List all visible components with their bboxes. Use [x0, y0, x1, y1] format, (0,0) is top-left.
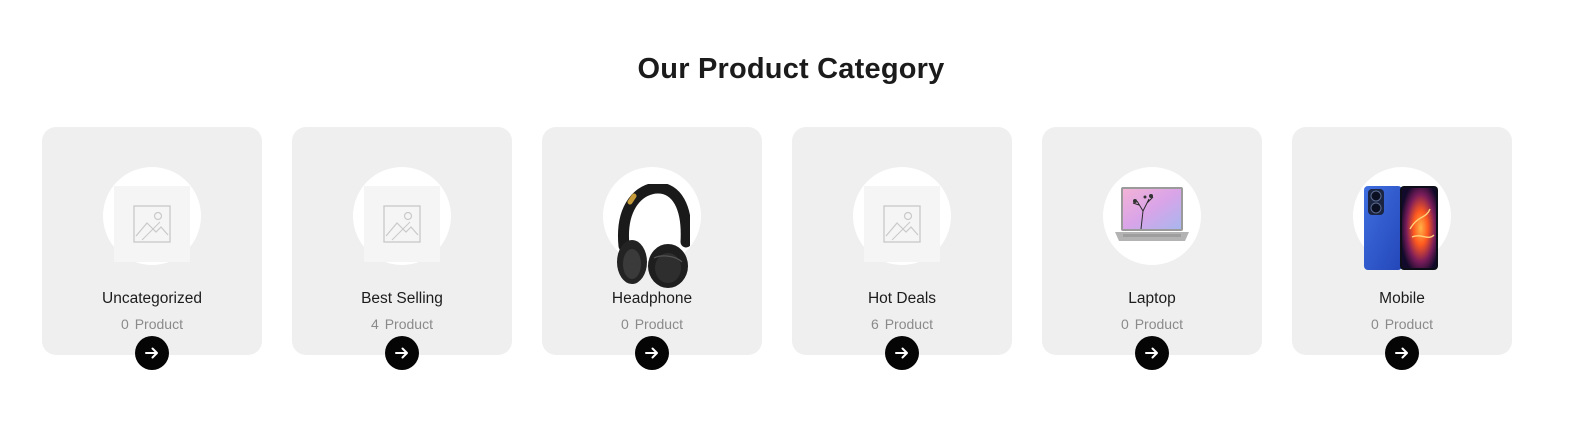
category-name: Headphone: [611, 290, 693, 307]
product-count-label: Product: [384, 316, 433, 332]
product-count-label: Product: [634, 316, 683, 332]
placeholder-image-icon: [114, 186, 190, 262]
category-name: Best Selling: [361, 290, 443, 307]
placeholder-image-icon: [364, 186, 440, 262]
category-name: Mobile: [1379, 290, 1425, 307]
product-count: 0: [121, 316, 129, 332]
product-count-label: Product: [134, 316, 183, 332]
product-count: 4: [371, 316, 379, 332]
category-card-laptop[interactable]: Laptop 0 Product: [1042, 127, 1262, 370]
category-card-mobile[interactable]: Mobile 0 Product: [1292, 127, 1512, 370]
category-count: 0 Product: [42, 315, 262, 333]
arrow-right-icon: [395, 347, 408, 359]
view-category-button[interactable]: [1135, 336, 1169, 370]
category-name: Uncategorized: [102, 290, 202, 307]
product-count: 0: [1121, 316, 1129, 332]
arrow-right-icon: [645, 347, 658, 359]
view-category-button[interactable]: [635, 336, 669, 370]
placeholder-image-icon: [864, 186, 940, 262]
laptop-image: [1113, 185, 1191, 249]
headphone-image: [610, 184, 690, 290]
mobile-image: [1364, 185, 1440, 271]
category-count: 0 Product: [542, 315, 762, 333]
category-card-headphone[interactable]: Headphone 0 Product: [542, 127, 762, 370]
view-category-button[interactable]: [385, 336, 419, 370]
view-category-button[interactable]: [135, 336, 169, 370]
category-count: 0 Product: [1292, 315, 1512, 333]
view-category-button[interactable]: [885, 336, 919, 370]
category-name: Hot Deals: [867, 290, 937, 307]
category-card-best-selling[interactable]: Best Selling 4 Product: [292, 127, 512, 370]
arrow-right-icon: [1395, 347, 1408, 359]
arrow-right-icon: [895, 347, 908, 359]
arrow-right-icon: [1145, 347, 1158, 359]
arrow-right-icon: [145, 347, 158, 359]
view-category-button[interactable]: [1385, 336, 1419, 370]
category-card-hot-deals[interactable]: Hot Deals 6 Product: [792, 127, 1012, 370]
product-count: 6: [871, 316, 879, 332]
product-count-label: Product: [884, 316, 933, 332]
category-name: Laptop: [1128, 290, 1176, 307]
category-list: Uncategorized 0 Product Best Selling 4 P…: [42, 127, 1512, 370]
product-count-label: Product: [1134, 316, 1183, 332]
section-title: Our Product Category: [637, 53, 945, 85]
product-count: 0: [1371, 316, 1379, 332]
product-count: 0: [621, 316, 629, 332]
category-count: 6 Product: [792, 315, 1012, 333]
category-card-uncategorized[interactable]: Uncategorized 0 Product: [42, 127, 262, 370]
category-count: 0 Product: [1042, 315, 1262, 333]
category-count: 4 Product: [292, 315, 512, 333]
product-count-label: Product: [1384, 316, 1433, 332]
